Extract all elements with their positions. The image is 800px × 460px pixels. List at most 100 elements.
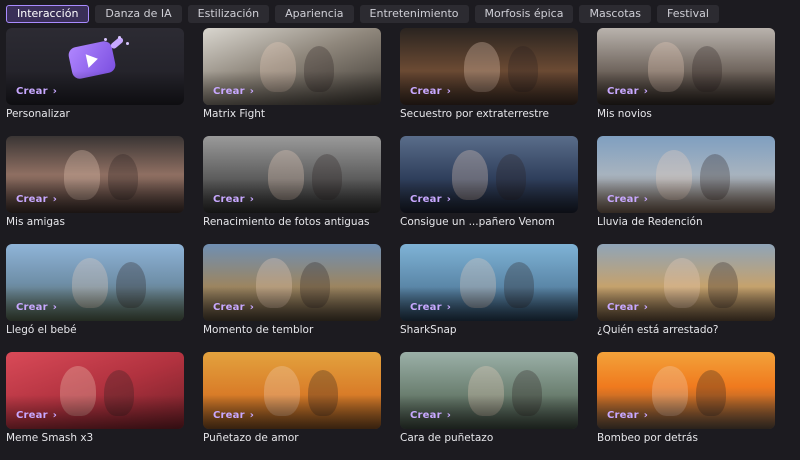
create-button[interactable]: Crear ›	[410, 194, 451, 205]
template-card[interactable]: Crear › Llegó el bebé	[6, 244, 184, 352]
template-thumbnail[interactable]: Crear ›	[400, 28, 578, 105]
template-card[interactable]: Crear › Matrix Fight	[203, 28, 381, 136]
create-button-label: Crear	[607, 86, 639, 97]
tab-mascotas[interactable]: Mascotas	[579, 5, 651, 23]
template-card[interactable]: Crear › SharkSnap	[400, 244, 578, 352]
create-button[interactable]: Crear ›	[16, 194, 57, 205]
template-card[interactable]: Crear › Consigue un ...pañero Venom	[400, 136, 578, 244]
template-title: Secuestro por extraterrestre	[400, 108, 549, 120]
chevron-right-icon: ›	[52, 410, 58, 421]
create-button[interactable]: Crear ›	[410, 302, 451, 313]
tab-interaccion[interactable]: Interacción	[6, 5, 90, 23]
create-button-label: Crear	[607, 302, 639, 313]
template-thumbnail[interactable]: Crear ›	[6, 352, 184, 429]
create-button[interactable]: Crear ›	[607, 302, 648, 313]
template-card[interactable]: Crear › Cara de puñetazo	[400, 352, 578, 460]
template-title: Puñetazo de amor	[203, 432, 299, 444]
chevron-right-icon: ›	[643, 302, 649, 313]
template-card[interactable]: Crear › Meme Smash x3	[6, 352, 184, 460]
tab-apariencia[interactable]: Apariencia	[275, 5, 354, 23]
chevron-right-icon: ›	[249, 86, 255, 97]
template-card[interactable]: Crear › Lluvia de Redención	[597, 136, 775, 244]
chevron-right-icon: ›	[446, 86, 452, 97]
template-card[interactable]: Crear › Mis novios	[597, 28, 775, 136]
create-button-label: Crear	[607, 194, 639, 205]
create-button-label: Crear	[213, 86, 245, 97]
tab-entretenimiento[interactable]: Entretenimiento	[359, 5, 469, 23]
tab-danza-de-ia[interactable]: Danza de IA	[95, 5, 182, 23]
create-button-label: Crear	[213, 194, 245, 205]
create-button[interactable]: Crear ›	[410, 86, 451, 97]
template-thumbnail[interactable]: Crear ›	[597, 136, 775, 213]
template-title: Matrix Fight	[203, 108, 266, 120]
template-card[interactable]: Crear › Bombeo por detrás	[597, 352, 775, 460]
sparkle-icon	[118, 36, 121, 39]
create-button[interactable]: Crear ›	[607, 194, 648, 205]
template-thumbnail[interactable]: Crear ›	[400, 352, 578, 429]
template-thumbnail[interactable]: Crear ›	[597, 352, 775, 429]
chevron-right-icon: ›	[643, 410, 649, 421]
template-card[interactable]: Crear › Renacimiento de fotos antiguas	[203, 136, 381, 244]
create-button-label: Crear	[16, 86, 48, 97]
template-thumbnail[interactable]: Crear ›	[597, 28, 775, 105]
create-button[interactable]: Crear ›	[213, 410, 254, 421]
sparkle-icon	[126, 42, 129, 45]
template-thumbnail[interactable]: Crear ›	[597, 244, 775, 321]
template-card[interactable]: Crear › Secuestro por extraterrestre	[400, 28, 578, 136]
create-button[interactable]: Crear ›	[213, 86, 254, 97]
template-thumbnail[interactable]: Crear ›	[400, 136, 578, 213]
template-grid: Crear › Personalizar Crear › Matrix Fight Crea…	[6, 28, 775, 460]
template-thumbnail[interactable]: Crear ›	[203, 244, 381, 321]
template-thumbnail[interactable]: Crear ›	[6, 244, 184, 321]
chevron-right-icon: ›	[52, 86, 58, 97]
template-title: Meme Smash x3	[6, 432, 94, 444]
create-button-label: Crear	[410, 194, 442, 205]
create-button[interactable]: Crear ›	[607, 410, 648, 421]
create-button-label: Crear	[607, 410, 639, 421]
create-button[interactable]: Crear ›	[16, 86, 57, 97]
create-button[interactable]: Crear ›	[213, 302, 254, 313]
create-button[interactable]: Crear ›	[213, 194, 254, 205]
chevron-right-icon: ›	[446, 410, 452, 421]
template-card[interactable]: Crear › Puñetazo de amor	[203, 352, 381, 460]
template-title: Bombeo por detrás	[597, 432, 698, 444]
template-title: Lluvia de Redención	[597, 216, 703, 228]
template-thumbnail[interactable]: Crear ›	[203, 136, 381, 213]
tab-estilizacion[interactable]: Estilización	[187, 5, 270, 23]
create-button[interactable]: Crear ›	[16, 302, 57, 313]
chevron-right-icon: ›	[446, 194, 452, 205]
category-tabs: Interacción Danza de IA Estilización Apa…	[6, 4, 794, 24]
template-thumbnail[interactable]: Crear ›	[6, 28, 184, 105]
template-title: Renacimiento de fotos antiguas	[203, 216, 370, 228]
template-thumbnail[interactable]: Crear ›	[400, 244, 578, 321]
template-thumbnail[interactable]: Crear ›	[6, 136, 184, 213]
wand-icon	[109, 36, 125, 50]
template-thumbnail[interactable]: Crear ›	[203, 28, 381, 105]
template-title: Consigue un ...pañero Venom	[400, 216, 555, 228]
create-button-label: Crear	[16, 410, 48, 421]
create-button-label: Crear	[410, 86, 442, 97]
template-title: Mis novios	[597, 108, 652, 120]
template-title: Cara de puñetazo	[400, 432, 494, 444]
chevron-right-icon: ›	[643, 194, 649, 205]
create-button[interactable]: Crear ›	[607, 86, 648, 97]
template-card[interactable]: Crear › Personalizar	[6, 28, 184, 136]
chevron-right-icon: ›	[446, 302, 452, 313]
chevron-right-icon: ›	[249, 194, 255, 205]
template-card[interactable]: Crear › Mis amigas	[6, 136, 184, 244]
template-title: Llegó el bebé	[6, 324, 77, 336]
chevron-right-icon: ›	[52, 194, 58, 205]
template-card[interactable]: Crear › ¿Quién está arrestado?	[597, 244, 775, 352]
create-button[interactable]: Crear ›	[16, 410, 57, 421]
create-button-label: Crear	[213, 410, 245, 421]
chevron-right-icon: ›	[643, 86, 649, 97]
template-title: Mis amigas	[6, 216, 65, 228]
template-thumbnail[interactable]: Crear ›	[203, 352, 381, 429]
chevron-right-icon: ›	[52, 302, 58, 313]
create-button[interactable]: Crear ›	[410, 410, 451, 421]
template-card[interactable]: Crear › Momento de temblor	[203, 244, 381, 352]
tab-festival[interactable]: Festival	[657, 5, 719, 23]
tab-morfosis-epica[interactable]: Morfosis épica	[474, 5, 574, 23]
chevron-right-icon: ›	[249, 410, 255, 421]
create-button-label: Crear	[410, 302, 442, 313]
